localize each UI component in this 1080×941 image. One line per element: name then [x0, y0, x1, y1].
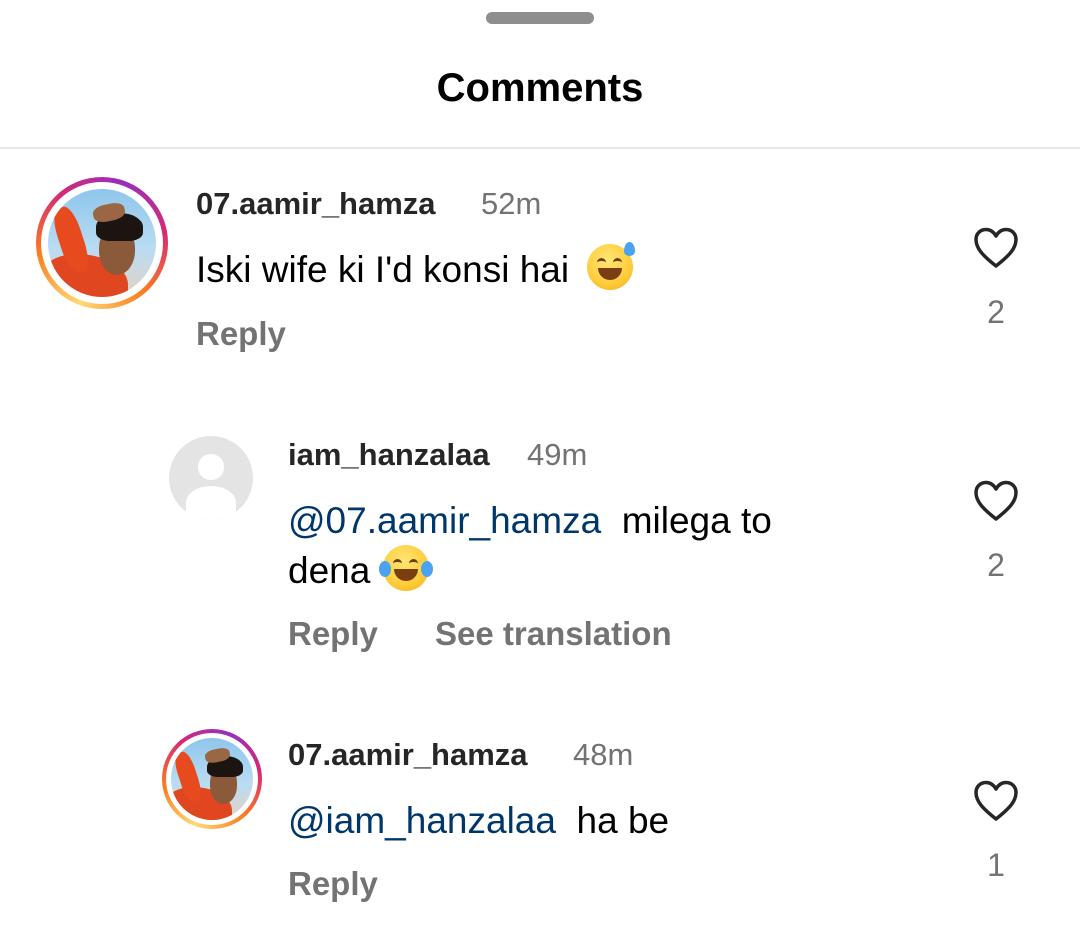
avatar[interactable] — [36, 177, 168, 309]
like-count: 2 — [987, 294, 1005, 330]
reply-button[interactable]: Reply — [196, 315, 286, 353]
avatar[interactable] — [162, 729, 262, 829]
reply-button[interactable]: Reply — [288, 865, 378, 903]
mention-link[interactable]: @iam_hanzalaa — [288, 800, 556, 841]
comment-text-line2: dena — [288, 545, 433, 595]
comment-text: @07.aamir_hamza milega to — [288, 496, 772, 545]
comment-body: milega to — [621, 500, 772, 541]
like-button[interactable]: 1 — [968, 779, 1024, 884]
heart-icon — [974, 780, 1018, 821]
comment-timestamp: 49m — [527, 437, 588, 472]
comment-username[interactable]: 07.aamir_hamza — [196, 186, 436, 222]
comment-text: @iam_hanzalaa ha be — [288, 796, 669, 845]
avatar-photo — [48, 189, 156, 297]
comment-timestamp: 52m — [481, 186, 542, 221]
header-divider — [0, 147, 1080, 149]
comment-body: Iski wife ki I'd konsi hai — [196, 249, 570, 290]
like-button[interactable]: 2 — [968, 226, 1024, 331]
comment-body: ha be — [576, 800, 670, 841]
heart-icon — [974, 480, 1018, 521]
tears-of-joy-emoji — [378, 545, 433, 591]
drag-handle[interactable] — [486, 12, 594, 24]
default-avatar-icon — [198, 454, 224, 480]
comment-body-line2: dena — [288, 550, 371, 591]
mention-link[interactable]: @07.aamir_hamza — [288, 500, 601, 541]
comment-username[interactable]: iam_hanzalaa — [288, 437, 490, 473]
comment-username[interactable]: 07.aamir_hamza — [288, 737, 528, 773]
avatar[interactable] — [169, 436, 253, 520]
reply-button[interactable]: Reply — [288, 615, 378, 653]
like-count: 2 — [987, 547, 1005, 583]
like-count: 1 — [987, 847, 1005, 883]
comment-text: Iski wife ki I'd konsi hai — [196, 242, 636, 294]
sheet-title: Comments — [436, 66, 644, 110]
avatar-photo — [171, 738, 253, 820]
sweat-smile-emoji — [587, 242, 636, 290]
comments-sheet: Comments 07.aamir_hamza 52m Iski wife ki… — [0, 0, 1080, 941]
like-button[interactable]: 2 — [968, 479, 1024, 584]
see-translation-button[interactable]: See translation — [435, 615, 672, 653]
heart-icon — [974, 227, 1018, 268]
comment-timestamp: 48m — [573, 737, 634, 772]
